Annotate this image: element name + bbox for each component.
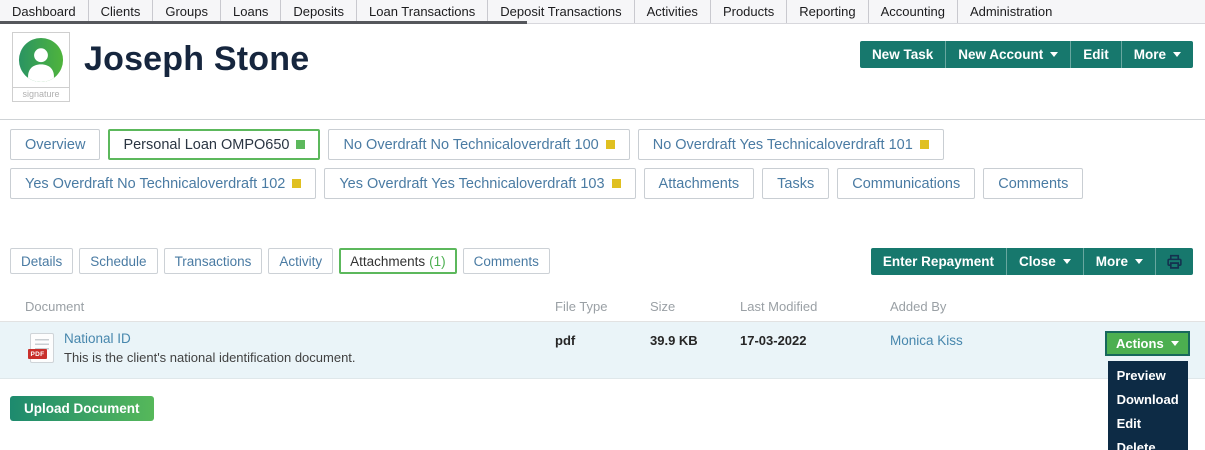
size-value: 39.9 KB (650, 333, 698, 348)
edit-button[interactable]: Edit (1070, 41, 1121, 68)
subtab-comments[interactable]: Comments (462, 248, 550, 274)
subtab-attachments[interactable]: Attachments (1) (339, 248, 457, 274)
top-navigation: Dashboard Clients Groups Loans Deposits … (0, 0, 1205, 24)
chevron-down-icon (1170, 341, 1179, 346)
tab-communications[interactable]: Communications (837, 168, 976, 199)
upload-document-button[interactable]: Upload Document (10, 396, 154, 421)
subtab-transactions[interactable]: Transactions (163, 248, 263, 274)
new-account-dropdown-button[interactable]: New Account (945, 41, 1070, 68)
menu-item-edit[interactable]: Edit (1108, 412, 1188, 436)
subtab-label: Attachments (350, 253, 426, 269)
loan-sub-tabs: Details Schedule Transactions Activity A… (10, 248, 550, 274)
status-badge-yellow (292, 179, 302, 188)
nav-item-products[interactable]: Products (711, 0, 788, 23)
tab-comments[interactable]: Comments (983, 168, 1084, 199)
nav-item-loans[interactable]: Loans (221, 0, 282, 23)
nav-item-accounting[interactable]: Accounting (869, 0, 958, 23)
tab-tasks[interactable]: Tasks (762, 168, 830, 199)
document-cell: PDF National ID This is the client's nat… (0, 331, 555, 365)
pdf-badge: PDF (28, 349, 47, 359)
document-description: This is the client's national identifica… (64, 350, 356, 365)
menu-item-delete[interactable]: Delete (1108, 436, 1188, 450)
signature-caption: signature (13, 87, 69, 101)
nav-item-clients[interactable]: Clients (89, 0, 154, 23)
nav-scrollbar-thumb[interactable] (0, 21, 527, 24)
status-badge-green (296, 140, 306, 149)
status-badge-yellow (611, 179, 621, 188)
tab-yes-overdraft-no-technicaloverdraft-102[interactable]: Yes Overdraft No Technicaloverdraft 102 (10, 168, 317, 199)
chevron-down-icon (1050, 52, 1059, 57)
enter-repayment-button[interactable]: Enter Repayment (871, 248, 1006, 275)
status-badge-yellow (605, 140, 615, 149)
actions-cell: Actions Preview Download Edit Delete (1105, 331, 1205, 450)
more-loan-dropdown-button[interactable]: More (1082, 248, 1155, 275)
document-info: National ID This is the client's nationa… (64, 331, 356, 365)
printer-icon (1166, 253, 1183, 270)
tab-label: No Overdraft No Technicaloverdraft 100 (343, 136, 599, 153)
tab-label: Yes Overdraft No Technicaloverdraft 102 (25, 175, 286, 192)
nav-item-groups[interactable]: Groups (153, 0, 221, 23)
subtab-details[interactable]: Details (10, 248, 74, 274)
actions-label: Actions (1116, 336, 1164, 351)
tab-label: Yes Overdraft Yes Technicaloverdraft 103 (339, 175, 605, 192)
nav-item-dashboard[interactable]: Dashboard (0, 0, 89, 23)
chevron-down-icon (1062, 259, 1071, 264)
nav-item-deposits[interactable]: Deposits (281, 0, 357, 23)
nav-item-deposit-transactions[interactable]: Deposit Transactions (488, 0, 635, 23)
client-header: signature Joseph Stone New Task New Acco… (0, 24, 1205, 120)
close-dropdown-button[interactable]: Close (1005, 248, 1083, 275)
table-header-row: Document File Type Size Last Modified Ad… (0, 299, 1205, 322)
table-row-national-id: PDF National ID This is the client's nat… (0, 322, 1205, 450)
close-label: Close (1018, 254, 1056, 269)
more-label: More (1133, 47, 1166, 62)
nav-item-administration[interactable]: Administration (958, 0, 1064, 23)
tab-label: No Overdraft Yes Technicaloverdraft 101 (652, 136, 913, 153)
menu-item-preview[interactable]: Preview (1108, 364, 1188, 388)
added-by-link[interactable]: Monica Kiss (890, 331, 1105, 348)
chevron-down-icon (1173, 52, 1181, 57)
account-tabs: Overview Personal Loan OMPO650 No Overdr… (0, 120, 1205, 199)
actions-dropdown-button[interactable]: Actions (1105, 331, 1190, 356)
nav-item-reporting[interactable]: Reporting (787, 0, 869, 23)
file-type-value: pdf (555, 333, 576, 348)
column-header-added-by: Added By (890, 299, 947, 314)
status-badge-yellow (919, 140, 929, 149)
page-title-client-name: Joseph Stone (84, 40, 310, 78)
tab-overview[interactable]: Overview (10, 129, 101, 160)
nav-item-activities[interactable]: Activities (635, 0, 711, 23)
column-header-size: Size (650, 299, 676, 314)
actions-dropdown-menu: Preview Download Edit Delete (1107, 361, 1188, 450)
tab-personal-loan-ompo650[interactable]: Personal Loan OMPO650 (108, 129, 321, 160)
tab-no-overdraft-no-technicaloverdraft-100[interactable]: No Overdraft No Technicaloverdraft 100 (328, 129, 630, 160)
pdf-file-icon: PDF (28, 333, 54, 363)
loan-detail-bar: Details Schedule Transactions Activity A… (0, 248, 1205, 275)
attachments-table: Document File Type Size Last Modified Ad… (0, 299, 1205, 450)
actions-wrap: Actions Preview Download Edit Delete (1105, 331, 1190, 450)
tab-yes-overdraft-yes-technicaloverdraft-103[interactable]: Yes Overdraft Yes Technicaloverdraft 103 (324, 168, 636, 199)
more-label: More (1095, 254, 1128, 269)
new-task-button[interactable]: New Task (860, 41, 945, 68)
tab-label: Personal Loan OMPO650 (123, 136, 290, 153)
client-actions-toolbar: New Task New Account Edit More (859, 41, 1193, 68)
more-dropdown-button[interactable]: More (1120, 41, 1193, 68)
nav-item-loan-transactions[interactable]: Loan Transactions (357, 0, 489, 23)
tab-no-overdraft-yes-technicaloverdraft-101[interactable]: No Overdraft Yes Technicaloverdraft 101 (637, 129, 944, 160)
tab-attachments[interactable]: Attachments (643, 168, 755, 199)
chevron-down-icon (1135, 259, 1143, 264)
person-icon (13, 33, 69, 87)
print-button[interactable] (1155, 248, 1193, 275)
subtab-activity[interactable]: Activity (268, 248, 334, 274)
column-header-document: Document (25, 299, 85, 314)
attachments-count-badge: (1) (429, 253, 446, 269)
column-header-file-type: File Type (555, 299, 608, 314)
last-modified-value: 17-03-2022 (740, 333, 807, 348)
new-account-label: New Account (958, 47, 1044, 62)
column-header-actions (1105, 299, 1205, 306)
document-name-link[interactable]: National ID (64, 331, 356, 346)
menu-item-download[interactable]: Download (1108, 388, 1188, 412)
loan-actions-toolbar: Enter Repayment Close More (870, 248, 1193, 275)
client-signature-thumbnail[interactable]: signature (12, 32, 70, 102)
subtab-schedule[interactable]: Schedule (79, 248, 158, 274)
column-header-last-modified: Last Modified (740, 299, 818, 314)
